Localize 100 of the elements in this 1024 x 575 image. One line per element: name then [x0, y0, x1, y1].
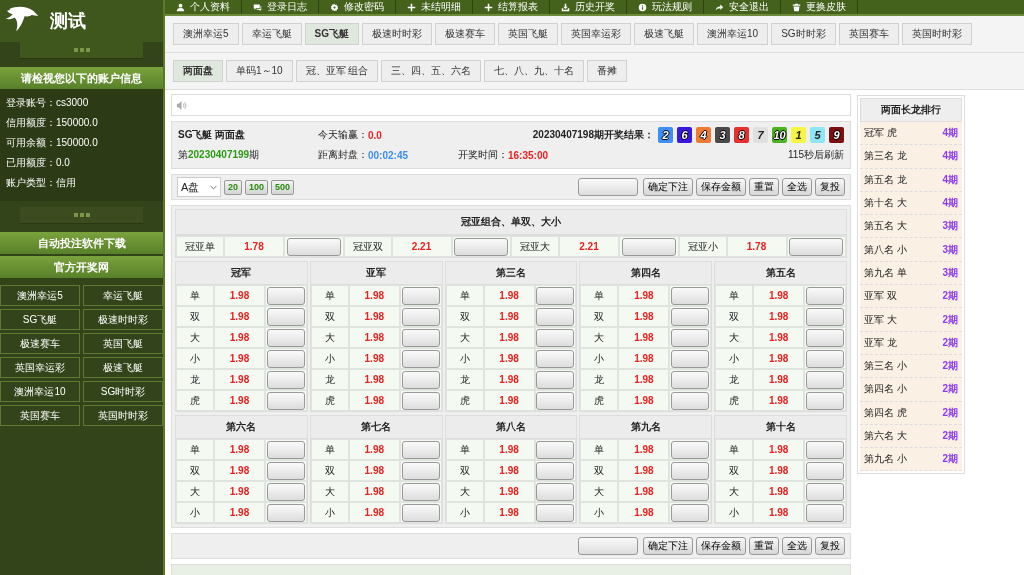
bet-input[interactable] [806, 286, 845, 305]
action-button[interactable]: 复投 [815, 178, 845, 196]
bet-input[interactable] [806, 391, 845, 410]
bet-input[interactable] [789, 237, 844, 256]
bet-input[interactable] [401, 307, 440, 326]
site-link[interactable]: 极速时时彩 [83, 309, 163, 330]
bet-input[interactable] [266, 482, 305, 501]
site-link[interactable]: 极速赛车 [0, 333, 80, 354]
bet-input[interactable] [671, 307, 710, 326]
bet-input[interactable] [454, 237, 509, 256]
game-tab[interactable]: 英国飞艇 [498, 23, 558, 45]
action-button[interactable]: 全选 [782, 178, 812, 196]
bet-input[interactable] [806, 461, 845, 480]
action-button[interactable]: 全选 [782, 537, 812, 555]
action-button[interactable]: 复投 [815, 537, 845, 555]
bet-input[interactable] [401, 482, 440, 501]
action-button[interactable]: 保存金额 [696, 178, 746, 196]
bet-input[interactable] [806, 307, 845, 326]
bet-input[interactable] [266, 349, 305, 368]
bet-input[interactable] [401, 391, 440, 410]
game-tab[interactable]: SG时时彩 [771, 23, 836, 45]
bet-input[interactable] [401, 503, 440, 522]
bet-input[interactable] [806, 503, 845, 522]
quick-amount-button[interactable]: 20 [224, 179, 242, 195]
amount-input[interactable] [578, 537, 638, 555]
bet-input[interactable] [536, 482, 575, 501]
bet-input[interactable] [536, 349, 575, 368]
action-button[interactable]: 重置 [749, 537, 779, 555]
bet-input[interactable] [806, 440, 845, 459]
site-link[interactable]: SG飞艇 [0, 309, 80, 330]
game-tab[interactable]: 幸运飞艇 [241, 23, 302, 45]
bet-input[interactable] [536, 328, 575, 347]
quick-amount-button[interactable]: 100 [245, 179, 269, 195]
bet-input[interactable] [266, 440, 305, 459]
action-button[interactable]: 确定下注 [643, 178, 693, 196]
nav-item[interactable]: 个人资料 [165, 0, 242, 14]
bet-input[interactable] [806, 370, 845, 389]
action-button[interactable]: 重置 [749, 178, 779, 196]
action-button[interactable]: 保存金额 [696, 537, 746, 555]
bet-input[interactable] [536, 461, 575, 480]
download-button[interactable]: 自动投注软件下载 [0, 232, 163, 254]
play-tab[interactable]: 三、四、五、六名 [381, 60, 482, 82]
site-link[interactable]: 英国飞艇 [83, 333, 163, 354]
bet-input[interactable] [401, 370, 440, 389]
nav-item[interactable]: 登录日志 [242, 0, 319, 14]
bet-input[interactable] [266, 461, 305, 480]
play-tab[interactable]: 两面盘 [173, 60, 223, 82]
game-tab[interactable]: 英国幸运彩 [561, 23, 631, 45]
play-tab[interactable]: 七、八、九、十名 [484, 60, 585, 82]
game-tab[interactable]: 英国时时彩 [901, 23, 972, 45]
bet-input[interactable] [536, 370, 575, 389]
site-link[interactable]: 澳洲幸运10 [0, 381, 80, 402]
bet-input[interactable] [536, 286, 575, 305]
game-tab[interactable]: 英国赛车 [838, 23, 899, 45]
play-tab[interactable]: 单码1～10 [226, 60, 293, 82]
amount-input[interactable] [578, 178, 638, 196]
bet-input[interactable] [671, 440, 710, 459]
nav-item[interactable]: 修改密码 [319, 0, 396, 14]
nav-item[interactable]: 安全退出 [704, 0, 781, 14]
game-tab[interactable]: 极速飞艇 [634, 23, 694, 45]
bet-input[interactable] [401, 440, 440, 459]
game-tab[interactable]: 澳洲幸运5 [173, 23, 239, 45]
game-tab[interactable]: 极速赛车 [435, 23, 495, 45]
nav-item[interactable]: 更换皮肤 [781, 0, 858, 14]
bet-input[interactable] [671, 349, 710, 368]
bet-input[interactable] [671, 482, 710, 501]
bet-input[interactable] [621, 237, 676, 256]
site-link[interactable]: 幸运飞艇 [83, 285, 163, 306]
bet-input[interactable] [536, 503, 575, 522]
play-tab[interactable]: 冠、亚军 组合 [295, 60, 379, 82]
site-link[interactable]: 英国幸运彩 [0, 357, 80, 378]
bet-input[interactable] [536, 440, 575, 459]
game-tab[interactable]: 极速时时彩 [362, 23, 432, 45]
nav-item[interactable]: 历史开奖 [550, 0, 627, 14]
bet-input[interactable] [671, 286, 710, 305]
nav-item[interactable]: 玩法规则 [627, 0, 704, 14]
bet-input[interactable] [671, 461, 710, 480]
bet-input[interactable] [401, 286, 440, 305]
game-tab[interactable]: 澳洲幸运10 [697, 23, 769, 45]
bet-input[interactable] [266, 328, 305, 347]
nav-item[interactable]: 结算报表 [473, 0, 550, 14]
bet-input[interactable] [671, 503, 710, 522]
bet-input[interactable] [536, 391, 575, 410]
bet-input[interactable] [671, 391, 710, 410]
bet-input[interactable] [266, 370, 305, 389]
bet-input[interactable] [536, 307, 575, 326]
bet-input[interactable] [806, 349, 845, 368]
bet-input[interactable] [401, 461, 440, 480]
bet-input[interactable] [266, 286, 305, 305]
play-tab[interactable]: 番摊 [587, 60, 628, 82]
bet-input[interactable] [671, 328, 710, 347]
site-link[interactable]: 极速飞艇 [83, 357, 163, 378]
site-link[interactable]: 澳洲幸运5 [0, 285, 80, 306]
site-link[interactable]: 英国赛车 [0, 405, 80, 426]
action-button[interactable]: 确定下注 [643, 537, 693, 555]
bet-input[interactable] [266, 391, 305, 410]
bet-input[interactable] [401, 328, 440, 347]
bet-input[interactable] [266, 503, 305, 522]
quick-amount-button[interactable]: 500 [271, 179, 295, 195]
site-link[interactable]: SG时时彩 [83, 381, 163, 402]
